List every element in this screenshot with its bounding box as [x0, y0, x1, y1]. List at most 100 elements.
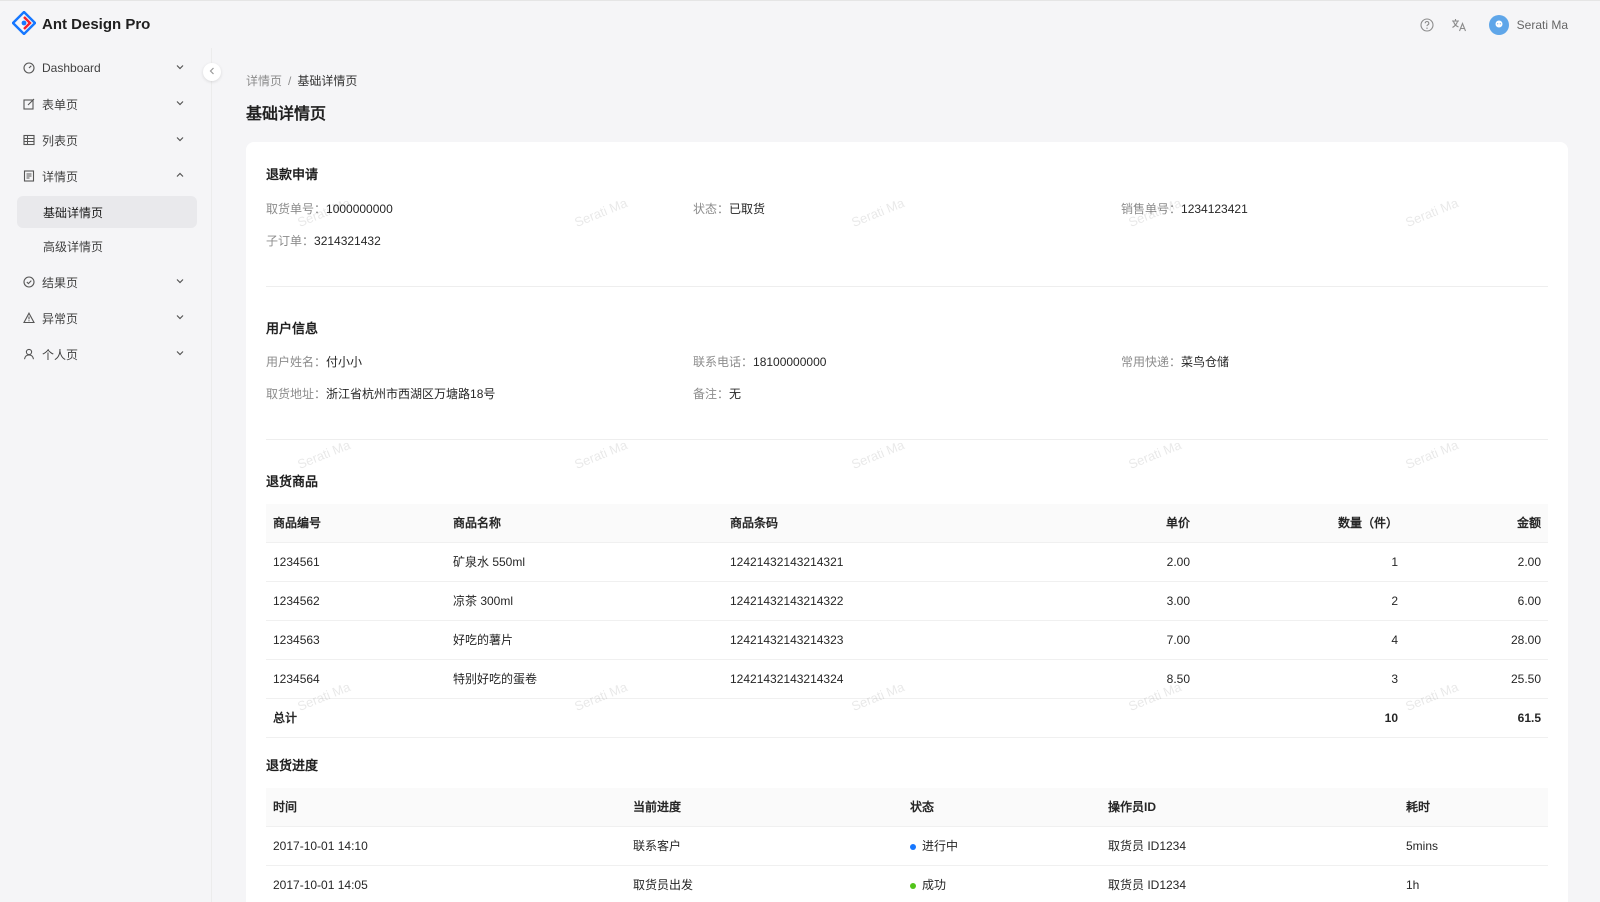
- goods-table: 商品编号 商品名称 商品条码 单价 数量（件） 金额 1234561 矿泉水 5…: [266, 504, 1548, 738]
- sidebar-item-label: Dashboard: [42, 61, 101, 75]
- field-label: 取货地址：: [266, 387, 327, 401]
- warning-icon: [22, 311, 36, 325]
- table-cell: 12421432143214324: [723, 659, 1089, 699]
- table-total-row: 总计 10 61.5: [266, 698, 1548, 738]
- column-header: 商品编号: [266, 504, 446, 543]
- sidebar-item-profile[interactable]: 详情页: [0, 158, 211, 194]
- app-title: Ant Design Pro: [42, 16, 151, 33]
- breadcrumb-separator: /: [288, 74, 292, 88]
- sidebar-subitem-advanced-profile[interactable]: 高级详情页: [17, 230, 197, 262]
- status-cell: 进行中: [903, 826, 1101, 866]
- field-value: 菜鸟仓储: [1181, 355, 1230, 369]
- breadcrumb-link[interactable]: 详情页: [246, 74, 282, 88]
- check-circle-icon: [22, 275, 36, 289]
- divider: [266, 286, 1548, 287]
- field-value: 1000000000: [326, 202, 393, 216]
- chevron-up-icon: [175, 169, 185, 183]
- status-dot-icon: [910, 882, 916, 889]
- logo[interactable]: Ant Design Pro: [11, 10, 151, 38]
- table-cell: 2: [1197, 581, 1405, 621]
- section-title-goods: 退货商品: [266, 474, 319, 489]
- divider: [266, 439, 1548, 440]
- field-value: 无: [729, 387, 742, 401]
- sidebar-item-dashboard[interactable]: Dashboard: [0, 50, 211, 86]
- column-header: 商品名称: [446, 504, 723, 543]
- table-cell: 12421432143214322: [723, 581, 1089, 621]
- column-header: 时间: [266, 788, 626, 827]
- column-header: 金额: [1405, 504, 1548, 543]
- sidebar-item-label: 表单页: [42, 97, 79, 112]
- table-cell: 1234562: [266, 581, 446, 621]
- table-cell: 5mins: [1399, 826, 1548, 866]
- table-cell: 25.50: [1405, 659, 1548, 699]
- column-header: 当前进度: [626, 788, 903, 827]
- sidebar-item-result[interactable]: 结果页: [0, 264, 211, 300]
- table-cell: [1089, 698, 1197, 738]
- ant-logo-icon: [11, 10, 37, 38]
- field-value: 18100000000: [753, 355, 827, 369]
- breadcrumb-current: 基础详情页: [297, 74, 358, 88]
- column-header: 商品条码: [723, 504, 1089, 543]
- chevron-down-icon: [175, 61, 185, 75]
- main-content: 详情页 / 基础详情页 基础详情页 退款申请 取货单号：1000000000 状态：…: [246, 48, 1568, 902]
- table-cell: 1h: [1399, 865, 1548, 902]
- user-menu[interactable]: Serati Ma: [1488, 14, 1568, 35]
- table-row: 1234564 特别好吃的蛋卷 12421432143214324 8.50 3…: [266, 659, 1548, 699]
- table-cell: 1234563: [266, 620, 446, 660]
- table-cell: 6.00: [1405, 581, 1548, 621]
- status-dot-icon: [910, 843, 916, 850]
- field-label: 用户姓名：: [266, 355, 327, 369]
- avatar: [1488, 14, 1509, 35]
- detail-card: 退款申请 取货单号：1000000000 状态：已取货 销售单号：1234123…: [246, 142, 1568, 902]
- status-badge: 进行中: [922, 839, 959, 853]
- total-amount: 61.5: [1405, 698, 1548, 738]
- field-address: 取货地址：浙江省杭州市西湖区万塘路18号: [266, 385, 495, 402]
- translation-icon[interactable]: [1443, 9, 1475, 41]
- sidebar-item-form[interactable]: 表单页: [0, 86, 211, 122]
- field-label: 状态：: [693, 202, 730, 216]
- sidebar-item-list[interactable]: 列表页: [0, 122, 211, 158]
- table-cell: 2017-10-01 14:10: [266, 826, 626, 866]
- total-label: 总计: [266, 698, 446, 738]
- sidebar-item-exception[interactable]: 异常页: [0, 300, 211, 336]
- section-title-user-info: 用户信息: [266, 321, 319, 336]
- table-cell: 好吃的薯片: [446, 620, 723, 660]
- status-badge: 成功: [922, 878, 947, 892]
- section-title-progress: 退货进度: [266, 758, 319, 773]
- table-cell: 取货员 ID1234: [1101, 865, 1399, 902]
- field-status: 状态：已取货: [693, 200, 765, 217]
- field-label: 备注：: [693, 387, 730, 401]
- table-cell: 3: [1197, 659, 1405, 699]
- table-cell: 矿泉水 550ml: [446, 542, 723, 582]
- table-cell: 8.50: [1089, 659, 1197, 699]
- table-row: 2017-10-01 14:10 联系客户 进行中 取货员 ID1234 5mi…: [266, 826, 1548, 866]
- breadcrumb: 详情页 / 基础详情页: [246, 72, 357, 89]
- chevron-down-icon: [175, 347, 185, 361]
- table-header-row: 时间 当前进度 状态 操作员ID 耗时: [266, 788, 1548, 827]
- field-value: 已取货: [729, 202, 766, 216]
- profile-icon: [22, 169, 36, 183]
- chevron-down-icon: [175, 311, 185, 325]
- refund-row-2: 子订单：3214321432: [266, 232, 1548, 252]
- collapse-sidebar-button[interactable]: [203, 63, 221, 81]
- field-value: 浙江省杭州市西湖区万塘路18号: [326, 387, 496, 401]
- page-title: 基础详情页: [246, 106, 327, 123]
- section-title-refund: 退款申请: [266, 167, 319, 182]
- sidebar-item-account[interactable]: 个人页: [0, 336, 211, 372]
- field-sales-number: 销售单号：1234123421: [1121, 200, 1248, 217]
- user-icon: [22, 347, 36, 361]
- column-header: 操作员ID: [1101, 788, 1399, 827]
- table-cell: 取货员出发: [626, 865, 903, 902]
- table-cell: 联系客户: [626, 826, 903, 866]
- table-cell: 1: [1197, 542, 1405, 582]
- progress-table: 时间 当前进度 状态 操作员ID 耗时 2017-10-01 14:10 联系客…: [266, 788, 1548, 902]
- field-value: 3214321432: [314, 234, 381, 248]
- table-cell: 凉茶 300ml: [446, 581, 723, 621]
- table-cell: 28.00: [1405, 620, 1548, 660]
- table-cell: 7.00: [1089, 620, 1197, 660]
- table-cell: 3.00: [1089, 581, 1197, 621]
- field-phone: 联系电话：18100000000: [693, 353, 826, 370]
- question-circle-icon[interactable]: [1411, 9, 1443, 41]
- sidebar-subitem-basic-profile[interactable]: 基础详情页: [17, 196, 197, 228]
- table-cell: 12421432143214323: [723, 620, 1089, 660]
